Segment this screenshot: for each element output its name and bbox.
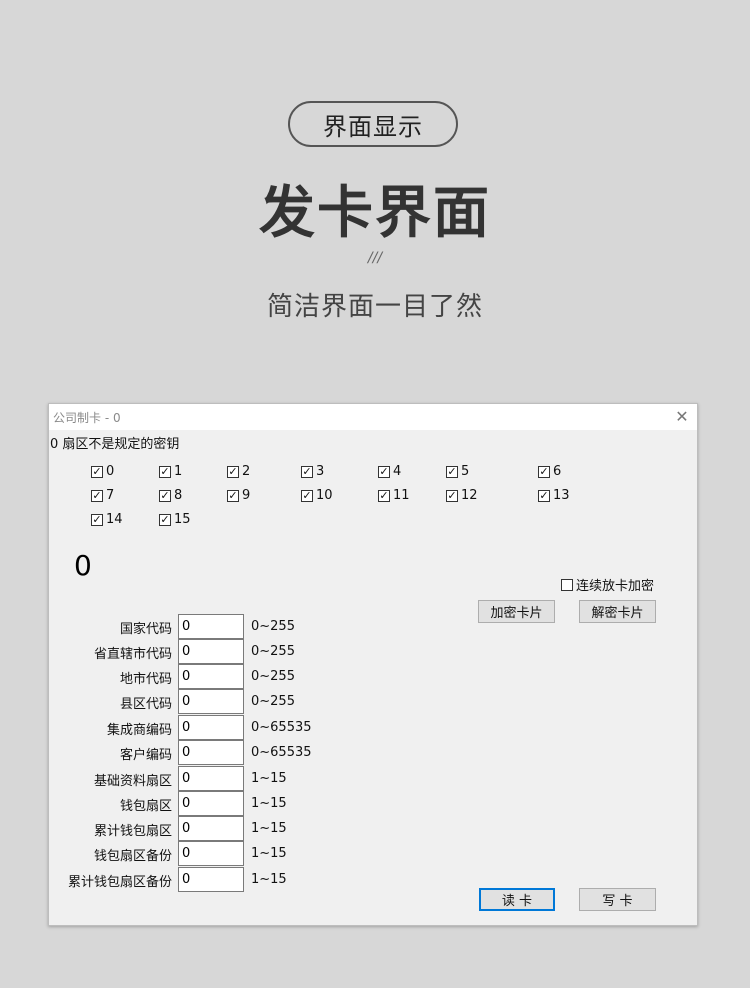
sector-label: 0 xyxy=(106,464,115,479)
sector-checkbox-14[interactable]: ✓ 14 xyxy=(91,512,123,527)
field-input-6[interactable] xyxy=(178,766,244,791)
sector-label: 5 xyxy=(461,464,470,479)
check-icon[interactable]: ✓ xyxy=(378,465,390,478)
check-icon[interactable]: ✓ xyxy=(301,489,313,502)
field-label-2: 地市代码 xyxy=(119,672,172,687)
sector-checkbox-2[interactable]: ✓ 2 xyxy=(227,464,250,479)
sector-checkbox-1[interactable]: ✓ 1 xyxy=(159,464,182,479)
sector-label: 4 xyxy=(393,464,402,479)
field-range-1: 0~255 xyxy=(251,644,295,659)
field-range-9: 1~15 xyxy=(251,846,287,861)
status-message: 0 扇区不是规定的密钥 xyxy=(50,437,180,452)
sector-checkbox-7[interactable]: ✓ 7 xyxy=(91,488,114,503)
card-issue-window: 公司制卡 - 0 ✕ 0 扇区不是规定的密钥 ✓ 0 ✓ 1 ✓ 2 ✓ 3 ✓ 4 ✓ 5 ✓ 6 ✓ 7 ✓… xyxy=(48,403,698,926)
sector-label: 3 xyxy=(316,464,325,479)
sector-checkbox-5[interactable]: ✓ 5 xyxy=(446,464,469,479)
sector-label: 10 xyxy=(316,488,333,503)
field-range-6: 1~15 xyxy=(251,771,287,786)
field-input-3[interactable] xyxy=(178,689,244,714)
sector-checkbox-11[interactable]: ✓ 11 xyxy=(378,488,410,503)
check-icon[interactable]: ✓ xyxy=(538,465,550,478)
checkbox-box[interactable] xyxy=(561,578,573,591)
field-range-10: 1~15 xyxy=(251,872,287,887)
write-card-button[interactable]: 写 卡 xyxy=(579,888,656,911)
sector-label: 9 xyxy=(242,488,251,503)
field-range-7: 1~15 xyxy=(251,796,287,811)
sector-label: 15 xyxy=(174,512,191,527)
sector-label: 13 xyxy=(553,488,570,503)
encrypt-card-button[interactable]: 加密卡片 xyxy=(478,600,555,623)
sector-checkbox-10[interactable]: ✓ 10 xyxy=(301,488,333,503)
field-range-8: 1~15 xyxy=(251,821,287,836)
read-card-button[interactable]: 读 卡 xyxy=(479,888,555,911)
field-range-5: 0~65535 xyxy=(251,745,312,760)
window-title: 公司制卡 - 0 xyxy=(53,411,121,425)
sector-label: 6 xyxy=(553,464,562,479)
sector-checkbox-9[interactable]: ✓ 9 xyxy=(227,488,250,503)
field-input-0[interactable] xyxy=(178,614,244,639)
decrypt-card-button[interactable]: 解密卡片 xyxy=(579,600,656,623)
page-headline: 发卡界面 xyxy=(259,181,491,246)
check-icon[interactable]: ✓ xyxy=(91,513,103,526)
sector-label: 14 xyxy=(106,512,123,527)
check-icon[interactable]: ✓ xyxy=(227,465,239,478)
field-label-4: 集成商编码 xyxy=(106,723,172,738)
field-label-1: 省直辖市代码 xyxy=(93,647,172,662)
check-icon[interactable]: ✓ xyxy=(91,489,103,502)
sector-label: 1 xyxy=(174,464,183,479)
check-icon[interactable]: ✓ xyxy=(301,465,313,478)
field-label-10: 累计钱包扇区备份 xyxy=(67,875,172,890)
sector-label: 2 xyxy=(242,464,251,479)
sector-label: 12 xyxy=(461,488,478,503)
sector-label: 8 xyxy=(174,488,183,503)
continuous-encrypt-checkbox[interactable]: 连续放卡加密 xyxy=(561,575,654,594)
sector-checkbox-13[interactable]: ✓ 13 xyxy=(538,488,570,503)
title-bar[interactable]: 公司制卡 - 0 ✕ xyxy=(49,404,697,430)
sector-checkbox-3[interactable]: ✓ 3 xyxy=(301,464,324,479)
section-pill: 界面显示 xyxy=(288,101,458,147)
field-range-0: 0~255 xyxy=(251,619,295,634)
page-subline: 简洁界面一目了然 xyxy=(266,292,483,322)
sector-label: 7 xyxy=(106,488,115,503)
check-icon[interactable]: ✓ xyxy=(227,489,239,502)
sector-checkbox-12[interactable]: ✓ 12 xyxy=(446,488,478,503)
field-label-0: 国家代码 xyxy=(119,622,172,637)
sector-checkbox-0[interactable]: ✓ 0 xyxy=(91,464,114,479)
field-label-8: 累计钱包扇区 xyxy=(93,824,172,839)
field-input-4[interactable] xyxy=(178,715,244,740)
field-label-3: 县区代码 xyxy=(119,697,172,712)
check-icon[interactable]: ✓ xyxy=(91,465,103,478)
field-label-6: 基础资料扇区 xyxy=(93,774,172,789)
field-input-1[interactable] xyxy=(178,639,244,664)
field-input-5[interactable] xyxy=(178,740,244,765)
field-range-2: 0~255 xyxy=(251,669,295,684)
check-icon[interactable]: ✓ xyxy=(538,489,550,502)
divider-slashes: /// xyxy=(367,250,383,266)
sector-label: 11 xyxy=(393,488,410,503)
sector-checkbox-6[interactable]: ✓ 6 xyxy=(538,464,561,479)
field-range-3: 0~255 xyxy=(251,694,295,709)
sector-checkbox-15[interactable]: ✓ 15 xyxy=(159,512,191,527)
field-input-8[interactable] xyxy=(178,816,244,841)
checkbox-label: 连续放卡加密 xyxy=(576,579,655,594)
field-label-9: 钱包扇区备份 xyxy=(93,849,172,864)
check-icon[interactable]: ✓ xyxy=(159,489,171,502)
sector-checkbox-4[interactable]: ✓ 4 xyxy=(378,464,401,479)
check-icon[interactable]: ✓ xyxy=(159,513,171,526)
check-icon[interactable]: ✓ xyxy=(446,489,458,502)
field-input-2[interactable] xyxy=(178,664,244,689)
check-icon[interactable]: ✓ xyxy=(159,465,171,478)
field-input-10[interactable] xyxy=(178,867,244,892)
sector-checkbox-8[interactable]: ✓ 8 xyxy=(159,488,182,503)
check-icon[interactable]: ✓ xyxy=(378,489,390,502)
field-label-5: 客户编码 xyxy=(119,748,172,763)
field-range-4: 0~65535 xyxy=(251,720,312,735)
field-input-9[interactable] xyxy=(178,841,244,866)
field-input-7[interactable] xyxy=(178,791,244,816)
close-icon[interactable]: ✕ xyxy=(673,406,691,428)
field-label-7: 钱包扇区 xyxy=(119,799,172,814)
check-icon[interactable]: ✓ xyxy=(446,465,458,478)
card-count-display: 0 xyxy=(74,549,92,582)
